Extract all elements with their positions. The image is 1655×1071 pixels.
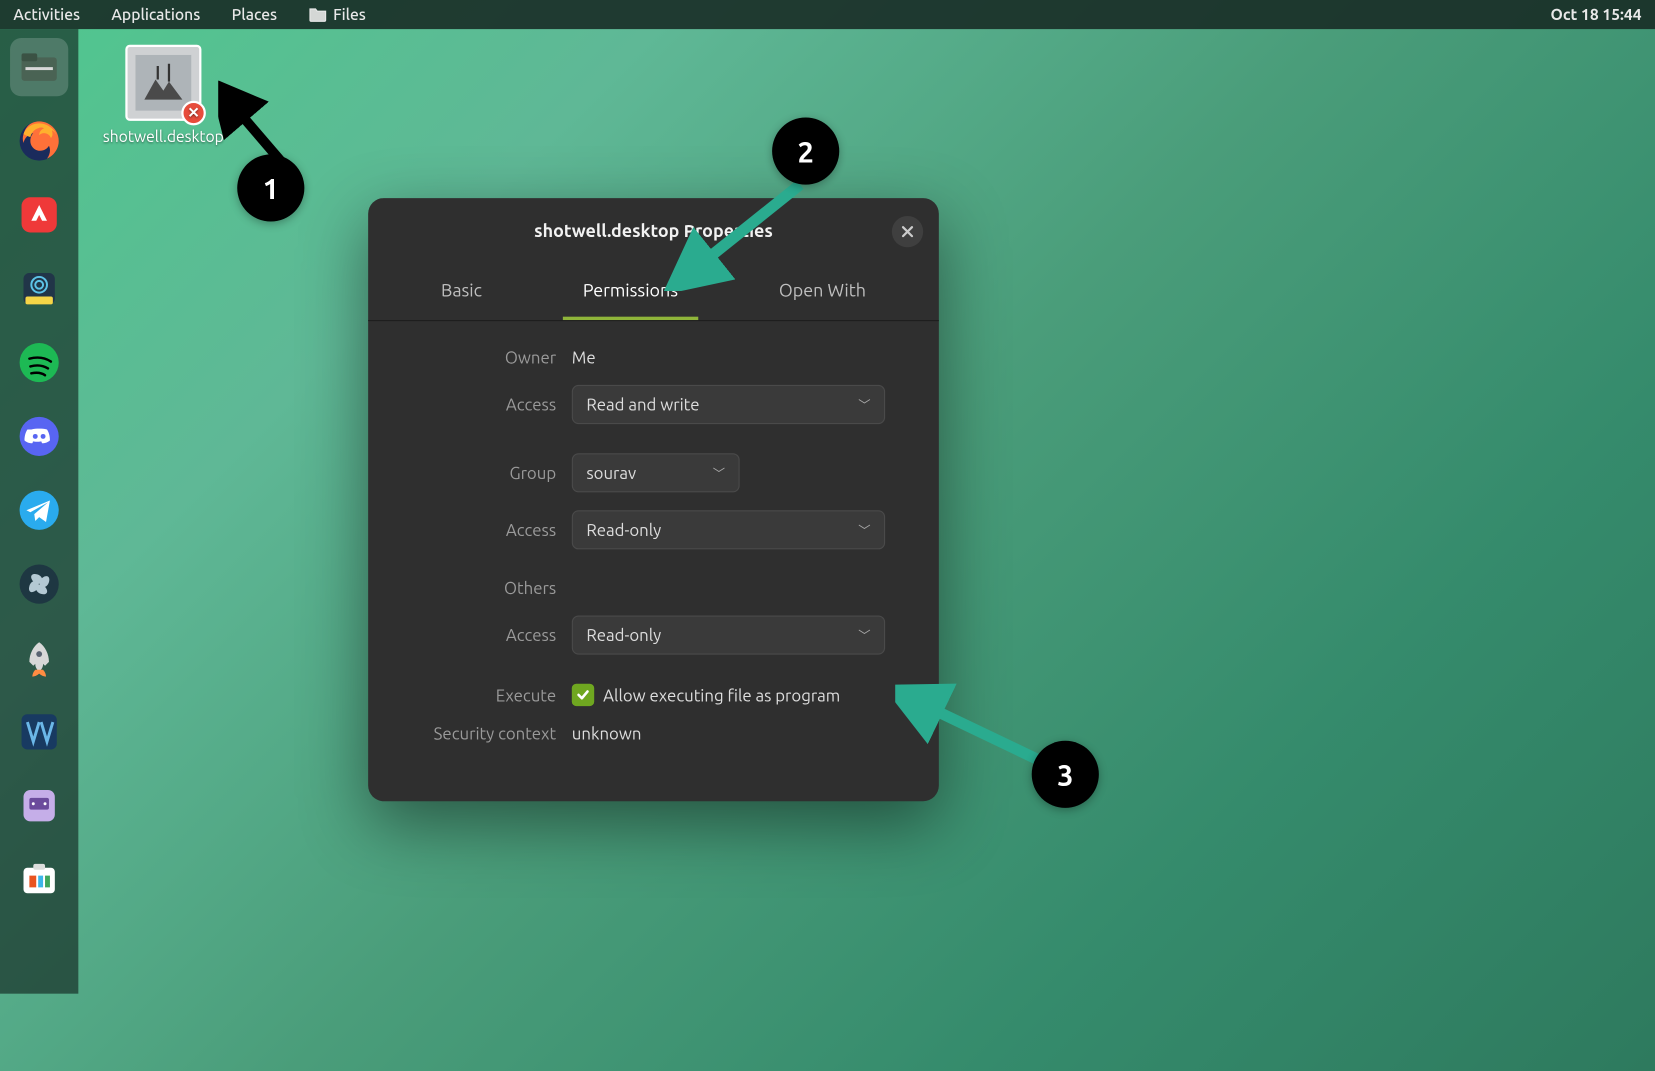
tab-basic[interactable]: Basic: [421, 265, 502, 320]
group-select[interactable]: sourav ﹀: [572, 453, 740, 492]
dock-app-spotify[interactable]: [10, 333, 68, 391]
annotation-arrow-2: [655, 168, 834, 291]
execute-label: Execute: [415, 685, 572, 704]
properties-dialog: shotwell.desktop Properties Basic Permis…: [368, 198, 939, 801]
places-menu[interactable]: Places: [232, 6, 278, 24]
error-badge-icon: ✕: [181, 101, 206, 126]
files-label: Files: [333, 6, 366, 24]
others-access-select[interactable]: Read-only ﹀: [572, 615, 885, 654]
chevron-down-icon: ﹀: [858, 626, 870, 644]
group-value: sourav: [586, 463, 636, 482]
dock-app-software[interactable]: [10, 850, 68, 908]
applications-menu[interactable]: Applications: [111, 6, 200, 24]
dock-app-files[interactable]: [10, 38, 68, 96]
owner-label: Owner: [415, 348, 572, 367]
execute-checkbox-label[interactable]: Allow executing file as program: [603, 685, 840, 704]
check-icon: [575, 687, 591, 703]
clock[interactable]: Oct 18 15:44: [1550, 6, 1641, 24]
group-access-label: Access: [415, 520, 572, 539]
owner-access-label: Access: [415, 395, 572, 414]
dock-app-rocket[interactable]: [10, 629, 68, 687]
annotation-arrow-3: [895, 683, 1052, 773]
close-icon: [901, 225, 914, 238]
dock-app-discord[interactable]: [10, 407, 68, 465]
group-label: Group: [415, 463, 572, 482]
files-indicator[interactable]: Files: [308, 6, 365, 24]
desktop-file-label: shotwell.desktop: [96, 128, 230, 146]
dock-app-remmina[interactable]: [10, 260, 68, 318]
desktop-file-icon[interactable]: ✕ shotwell.desktop: [96, 45, 230, 146]
others-label: Others: [415, 579, 572, 598]
annotation-badge-2: 2: [772, 117, 839, 184]
permissions-form: Owner Me Access Read and write ﹀ Group s…: [368, 321, 939, 743]
others-access-label: Access: [415, 626, 572, 645]
dock-app-fan[interactable]: [10, 555, 68, 613]
dock-app-telegram[interactable]: [10, 481, 68, 539]
dock-app-generic[interactable]: [10, 777, 68, 835]
chevron-down-icon: ﹀: [713, 464, 725, 482]
chevron-down-icon: ﹀: [858, 521, 870, 539]
dock-app-virtualbox[interactable]: [10, 703, 68, 761]
annotation-badge-1: 1: [237, 154, 304, 221]
activities-button[interactable]: Activities: [13, 6, 80, 24]
folder-icon: [308, 7, 326, 23]
desktop-file-thumbnail: ✕: [125, 45, 201, 121]
group-access-select[interactable]: Read-only ﹀: [572, 510, 885, 549]
close-button[interactable]: [892, 216, 923, 247]
security-context-label: Security context: [415, 724, 572, 743]
tabs: Basic Permissions Open With: [368, 265, 939, 321]
owner-access-select[interactable]: Read and write ﹀: [572, 385, 885, 424]
dock-app-vivaldi[interactable]: [10, 186, 68, 244]
dock: [0, 29, 78, 994]
execute-checkbox[interactable]: [572, 684, 594, 706]
owner-access-value: Read and write: [586, 395, 699, 414]
owner-value: Me: [572, 348, 596, 367]
group-access-value: Read-only: [586, 520, 661, 539]
top-panel: Activities Applications Places Files Oct…: [0, 0, 1655, 29]
security-context-value: unknown: [572, 724, 642, 743]
chevron-down-icon: ﹀: [858, 396, 870, 414]
others-access-value: Read-only: [586, 626, 661, 645]
dock-app-firefox[interactable]: [10, 112, 68, 170]
annotation-badge-3: 3: [1032, 741, 1099, 808]
